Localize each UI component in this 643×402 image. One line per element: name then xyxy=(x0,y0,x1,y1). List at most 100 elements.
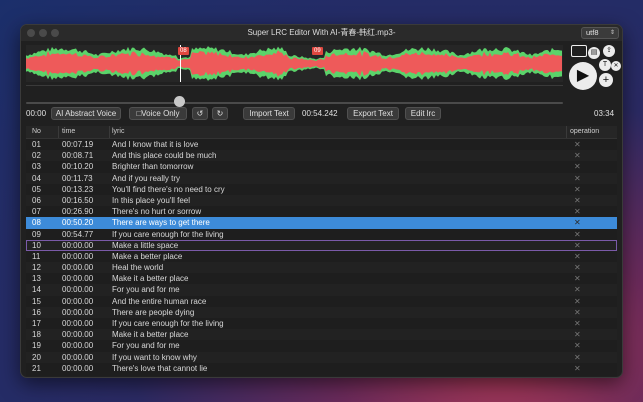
col-separator xyxy=(109,126,110,138)
row-time: 00:07.19 xyxy=(62,140,94,149)
table-row[interactable]: 15 00:00.00 And the entire human race ✕ xyxy=(26,296,617,307)
table-row[interactable]: 10 00:00.00 Make a little space ✕ xyxy=(26,239,617,251)
table-row[interactable]: 04 00:11.73 And if you really try ✕ xyxy=(26,172,617,184)
table-row[interactable]: 08 00:50.20 There are ways to get there ✕ xyxy=(26,217,617,229)
delete-row-icon[interactable]: ✕ xyxy=(574,352,581,363)
delete-row-icon[interactable]: ✕ xyxy=(574,217,581,228)
play-icon[interactable]: ▶ xyxy=(569,62,597,90)
row-lyric[interactable]: And I know that it is love xyxy=(112,139,198,150)
table-row[interactable]: 19 00:00.00 For you and for me ✕ xyxy=(26,340,617,351)
row-lyric[interactable]: And if you really try xyxy=(112,173,180,184)
marker-08-badge[interactable]: 08 xyxy=(178,47,189,55)
row-no: 17 xyxy=(32,319,41,328)
delete-row-icon[interactable]: ✕ xyxy=(574,229,581,240)
row-lyric[interactable]: For you and for me xyxy=(112,340,180,351)
row-lyric[interactable]: And this place could be much xyxy=(112,150,217,161)
delete-row-icon[interactable]: ✕ xyxy=(574,262,581,273)
table-row[interactable]: 14 00:00.00 For you and for me ✕ xyxy=(26,284,617,296)
delete-row-icon[interactable]: ✕ xyxy=(574,206,581,217)
row-lyric[interactable]: If you want to know why xyxy=(112,352,197,363)
forward-icon[interactable]: ↻ xyxy=(212,107,228,120)
table-row[interactable]: 02 00:08.71 And this place could be much ✕ xyxy=(26,150,617,162)
delete-row-icon[interactable]: ✕ xyxy=(574,363,581,374)
row-lyric[interactable]: There are ways to get there xyxy=(112,217,210,228)
col-separator xyxy=(58,126,59,138)
delete-row-icon[interactable]: ✕ xyxy=(574,273,581,284)
header-lyric: lyric xyxy=(112,128,125,135)
table-row[interactable]: 05 00:13.23 You'll find there's no need to… xyxy=(26,184,617,195)
row-no: 05 xyxy=(32,184,41,194)
import-icon[interactable]: ⇪ xyxy=(603,45,615,57)
window-title: Super LRC Editor With AI-青春-韩红.mp3- xyxy=(247,28,396,37)
waveform-view[interactable] xyxy=(26,45,563,82)
row-lyric[interactable]: There are people dying xyxy=(112,307,194,318)
row-lyric[interactable]: And the entire human race xyxy=(112,296,206,307)
delete-row-icon[interactable]: ✕ xyxy=(574,340,581,351)
row-lyric[interactable]: If you care enough for the living xyxy=(112,229,224,240)
table-header: No time lyric operation xyxy=(26,126,617,139)
playback-slider-track[interactable] xyxy=(26,102,563,104)
table-row[interactable]: 09 00:54.77 If you care enough for the liv… xyxy=(26,229,617,240)
row-no: 09 xyxy=(32,229,41,239)
row-lyric[interactable]: You'll find there's no need to cry xyxy=(112,184,225,195)
voice-only-checkbox[interactable]: □Voice Only xyxy=(129,107,187,120)
table-row[interactable]: 13 00:00.00 Make it a better place ✕ xyxy=(26,273,617,284)
delete-row-icon[interactable]: ✕ xyxy=(574,251,581,262)
marker-09-badge[interactable]: 09 xyxy=(312,47,323,55)
table-row[interactable]: 03 00:10.20 Brighter than tomorrow ✕ xyxy=(26,161,617,172)
delete-row-icon[interactable]: ✕ xyxy=(574,173,581,184)
row-time: 00:00.00 xyxy=(62,274,94,284)
table-row[interactable]: 07 00:26.90 There's no hurt or sorrow ✕ xyxy=(26,206,617,217)
table-row[interactable]: 16 00:00.00 There are people dying ✕ xyxy=(26,306,617,318)
row-time: 00:08.71 xyxy=(62,151,94,161)
delete-row-icon[interactable]: ✕ xyxy=(574,195,581,206)
row-no: 21 xyxy=(32,363,41,373)
row-time: 00:00.00 xyxy=(62,296,94,306)
chevron-updown-icon: ⇕ xyxy=(609,30,615,36)
delete-row-icon[interactable]: ✕ xyxy=(574,240,581,251)
delete-row-icon[interactable]: ✕ xyxy=(574,284,581,295)
playback-slider-thumb[interactable] xyxy=(174,96,186,107)
row-lyric[interactable]: There's no hurt or sorrow xyxy=(112,206,201,217)
delete-row-icon[interactable]: ✕ xyxy=(574,307,581,318)
delete-row-icon[interactable]: ✕ xyxy=(574,329,581,340)
row-lyric[interactable]: For you and for me xyxy=(112,284,180,295)
delete-row-icon[interactable]: ✕ xyxy=(574,139,581,150)
table-row[interactable]: 20 00:00.00 If you want to know why ✕ xyxy=(26,351,617,363)
row-lyric[interactable]: Heal the world xyxy=(112,262,163,273)
ai-abstract-voice-button[interactable]: AI Abstract Voice xyxy=(51,107,121,120)
table-row[interactable]: 18 00:00.00 Make it a better place ✕ xyxy=(26,329,617,341)
save-icon[interactable]: ▤ xyxy=(588,47,600,59)
export-text-button[interactable]: Export Text xyxy=(347,107,399,120)
table-row[interactable]: 12 00:00.00 Heal the world ✕ xyxy=(26,262,617,274)
table-row[interactable]: 06 00:16.50 In this place you'll feel ✕ xyxy=(26,194,617,207)
window-icon[interactable] xyxy=(571,45,587,57)
table-row[interactable]: 17 00:00.00 If you care enough for the liv… xyxy=(26,318,617,329)
encoding-select[interactable]: utf8 ⇕ xyxy=(581,27,619,39)
table-row[interactable]: 11 00:00.00 Make a better place ✕ xyxy=(26,251,617,262)
table-row[interactable]: 21 00:00.00 There's love that cannot lie ✕ xyxy=(26,363,617,374)
row-lyric[interactable]: In this place you'll feel xyxy=(112,195,190,206)
add-icon[interactable]: + xyxy=(599,73,613,87)
row-lyric[interactable]: There's love that cannot lie xyxy=(112,363,207,374)
delete-row-icon[interactable]: ✕ xyxy=(574,296,581,307)
row-lyric[interactable]: Make a little space xyxy=(112,240,178,251)
row-lyric[interactable]: Make a better place xyxy=(112,251,182,262)
import-text-button[interactable]: Import Text xyxy=(243,107,295,120)
end-time: 03:34 xyxy=(594,109,615,118)
row-no: 13 xyxy=(32,274,41,284)
delete-row-icon[interactable]: ✕ xyxy=(574,318,581,329)
edit-lrc-button[interactable]: Edit lrc xyxy=(405,107,441,120)
row-time: 00:00.00 xyxy=(62,352,94,362)
delete-row-icon[interactable]: ✕ xyxy=(574,161,581,172)
delete-row-icon[interactable]: ✕ xyxy=(574,150,581,161)
row-lyric[interactable]: Make it a better place xyxy=(112,329,188,340)
row-lyric[interactable]: Make it a better place xyxy=(112,273,188,284)
table-row[interactable]: 01 00:07.19 And I know that it is love ✕ xyxy=(26,139,617,150)
close-icon[interactable]: ✕ xyxy=(611,61,621,71)
row-lyric[interactable]: If you care enough for the living xyxy=(112,318,224,329)
row-lyric[interactable]: Brighter than tomorrow xyxy=(112,161,193,172)
delete-row-icon[interactable]: ✕ xyxy=(574,184,581,195)
translate-icon[interactable]: T xyxy=(599,59,611,71)
rewind-icon[interactable]: ↺ xyxy=(192,107,208,120)
